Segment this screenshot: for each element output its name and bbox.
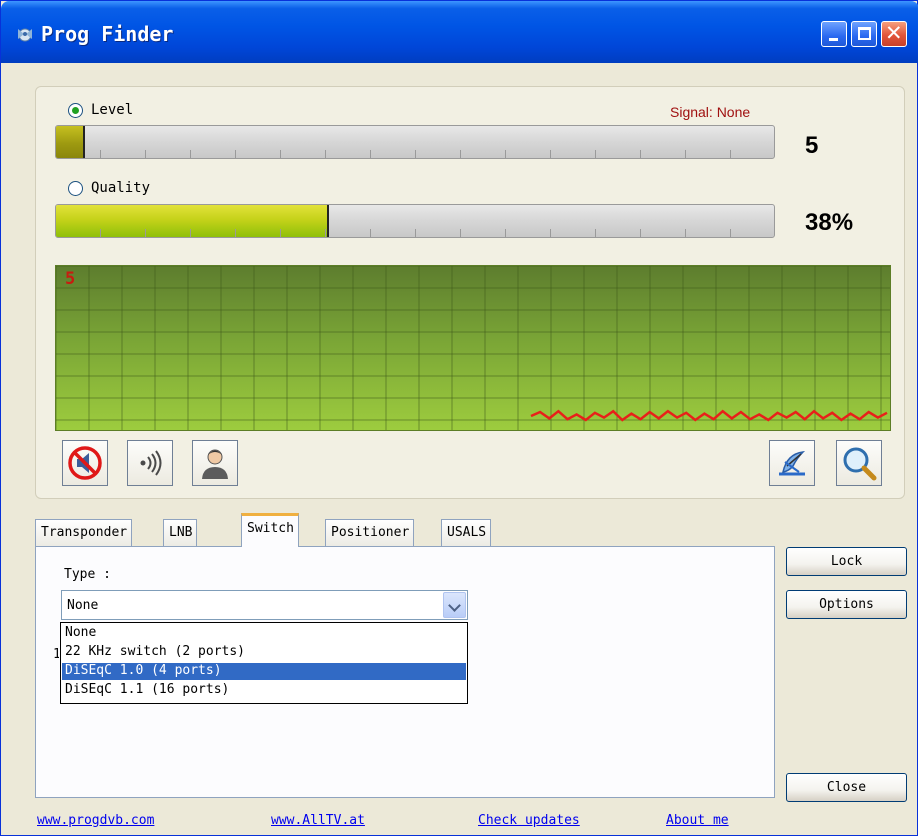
chevron-down-icon[interactable] bbox=[443, 592, 466, 618]
link-progdvb[interactable]: www.progdvb.com bbox=[37, 813, 154, 828]
lock-button[interactable]: Lock bbox=[786, 547, 907, 576]
quality-bar-ticks bbox=[56, 229, 774, 237]
close-button[interactable]: Close bbox=[786, 773, 907, 802]
options-button[interactable]: Options bbox=[786, 590, 907, 619]
sound-waves-icon bbox=[140, 450, 162, 476]
hidden-label-fragment: 1 bbox=[53, 647, 59, 662]
tab-positioner[interactable]: Positioner bbox=[325, 519, 415, 546]
level-label: Level bbox=[91, 102, 134, 118]
dropdown-option-highlighted[interactable]: DiSEqC 1.0 (4 ports) bbox=[62, 663, 466, 680]
quality-radio-button[interactable] bbox=[68, 180, 83, 196]
quality-bar bbox=[55, 204, 775, 238]
signal-status: Signal: None bbox=[670, 104, 751, 120]
level-radio-button[interactable] bbox=[68, 102, 83, 118]
signal-graph: 5 bbox=[55, 265, 891, 431]
minimize-icon bbox=[829, 38, 838, 41]
level-bar bbox=[55, 125, 775, 159]
window-title: Prog Finder bbox=[41, 22, 174, 46]
tab-transponder[interactable]: Transponder bbox=[35, 519, 133, 546]
maximize-icon bbox=[858, 27, 871, 40]
quality-radio[interactable]: Quality bbox=[68, 180, 150, 196]
tab-usals[interactable]: USALS bbox=[441, 519, 492, 546]
switch-type-value: None bbox=[67, 598, 99, 613]
magnifier-search-icon bbox=[843, 447, 877, 481]
level-value: 5 bbox=[805, 132, 819, 159]
close-icon: ✕ bbox=[885, 21, 903, 45]
maximize-button[interactable] bbox=[851, 21, 877, 47]
switch-type-dropdown-list[interactable]: None 22 KHz switch (2 ports) DiSEqC 1.0 … bbox=[60, 622, 468, 704]
satellite-dish-icon bbox=[779, 450, 806, 476]
signal-graph-canvas bbox=[56, 266, 890, 430]
switch-type-label: Type : bbox=[64, 567, 111, 582]
user-button[interactable] bbox=[192, 440, 238, 486]
switch-type-select[interactable]: None bbox=[61, 590, 468, 620]
sound-button[interactable] bbox=[127, 440, 173, 486]
quality-value: 38% bbox=[805, 209, 854, 236]
tab-lnb[interactable]: LNB bbox=[163, 519, 198, 546]
mute-button[interactable] bbox=[62, 440, 108, 486]
dropdown-option[interactable]: DiSEqC 1.1 (16 ports) bbox=[62, 682, 466, 699]
tab-switch[interactable]: Switch bbox=[241, 513, 299, 547]
level-bar-ticks bbox=[56, 150, 774, 158]
window-close-button[interactable]: ✕ bbox=[881, 21, 907, 47]
title-bar: Prog Finder ✕ bbox=[1, 1, 918, 63]
prog-finder-window: Prog Finder ✕ Level Signal: None 5 Quali… bbox=[0, 0, 918, 836]
link-about-me[interactable]: About me bbox=[666, 813, 729, 828]
level-radio[interactable]: Level bbox=[68, 102, 133, 118]
link-alltv[interactable]: www.AllTV.at bbox=[271, 813, 365, 828]
satellite-dish-button[interactable] bbox=[769, 440, 815, 486]
user-profile-icon bbox=[202, 449, 228, 479]
link-check-updates[interactable]: Check updates bbox=[478, 813, 580, 828]
dropdown-option[interactable]: 22 KHz switch (2 ports) bbox=[62, 644, 466, 661]
minimize-button[interactable] bbox=[821, 21, 847, 47]
satellite-icon bbox=[18, 28, 32, 42]
graph-value-label: 5 bbox=[65, 269, 76, 289]
quality-label: Quality bbox=[91, 180, 151, 196]
mute-speaker-icon bbox=[68, 446, 102, 480]
dropdown-option[interactable]: None bbox=[62, 625, 466, 642]
search-button[interactable] bbox=[836, 440, 882, 486]
